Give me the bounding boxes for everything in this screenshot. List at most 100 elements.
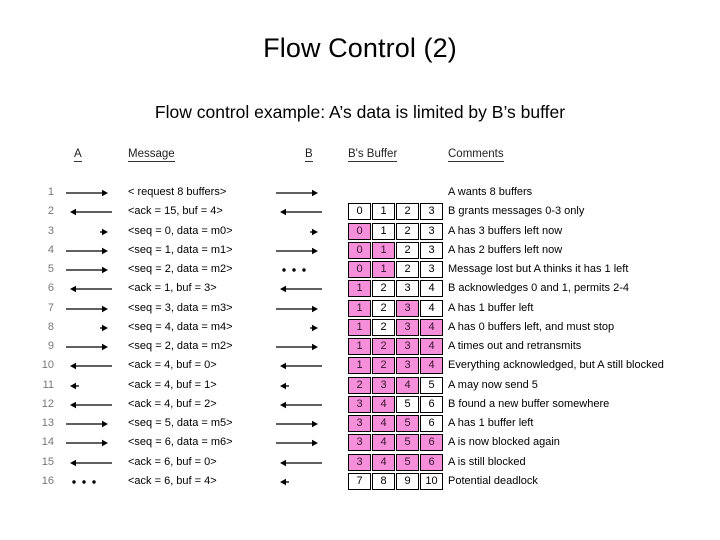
table-row: 10 <ack = 4, buf = 0> 1 2 3 4 Everything ackno… <box>0 357 720 376</box>
row-number: 11 <box>42 378 54 391</box>
buffer-cell-filled: 2 <box>372 357 395 375</box>
message-text: <ack = 6, buf = 4> <box>128 474 217 487</box>
buffer-cell-filled: 4 <box>420 357 443 375</box>
row-number: 16 <box>41 474 54 487</box>
comment-text: A is still blocked <box>448 455 526 468</box>
arrow-b-long-left <box>272 203 322 220</box>
buffer-cell-empty: 4 <box>420 299 443 317</box>
comment-text: A has 2 buffers left now <box>448 243 563 256</box>
table-row: 4 <seq = 1, data = m1> 0 1 2 3 A has 2 buffers… <box>0 241 720 261</box>
table-row: 5 <seq = 2, data = m2> 0 1 2 3 Message lost bu… <box>0 261 720 280</box>
buffer-cell-empty: 3 <box>420 261 443 278</box>
buffer-grid: 3456 <box>348 434 443 452</box>
slide-canvas: Flow Control (2) Flow control example: A… <box>0 0 720 540</box>
buffer-cell-filled: 3 <box>372 376 395 394</box>
comment-text: A has 1 buffer left <box>448 417 534 429</box>
buffer-grid: 3456 <box>348 395 443 413</box>
arrow-b-long-right <box>272 300 320 317</box>
message-text: <ack = 4, buf = 2> <box>128 397 217 410</box>
comment-text: Message lost but A thinks it has 1 left <box>448 263 629 275</box>
row-number: 8 <box>47 320 54 333</box>
buffer-cell-empty: 8 <box>372 472 395 490</box>
column-header-b-buffer: B's Buffer <box>348 148 398 162</box>
arrow-b-long-left <box>272 454 322 471</box>
arrow-b-short-right <box>272 319 320 336</box>
arrow-b-long-right <box>272 415 320 432</box>
buffer-cell-empty: 9 <box>396 472 419 490</box>
buffer-grid: 0123 <box>348 241 443 259</box>
buffer-cell-filled: 1 <box>372 241 395 259</box>
comment-text: A is now blocked again <box>448 436 560 449</box>
buffer-cell-empty: 2 <box>396 261 419 278</box>
table-row: 7 <seq = 3, data = m3> 1 2 3 4 A has 1 buffer … <box>0 299 720 319</box>
message-text: <seq = 6, data = m6> <box>128 436 233 449</box>
table-row: 6 <ack = 1, buf = 3> 1 2 3 4 B acknowledges 0 … <box>0 280 720 299</box>
slide-subtitle: Flow control example: A’s data is limite… <box>154 102 566 122</box>
buffer-cell-filled: 0 <box>348 241 371 259</box>
buffer-cell-empty: 3 <box>396 280 419 298</box>
comment-text: A has 1 buffer left <box>448 301 534 314</box>
comment-text: B acknowledges 0 and 1, permits 2-4 <box>448 282 629 295</box>
row-number: 9 <box>47 340 54 352</box>
buffer-grid: 1234 <box>348 357 443 375</box>
buffer-cell-empty: 3 <box>420 241 443 259</box>
table-row: 14 <seq = 6, data = m6> 3 4 5 6 A is now block… <box>0 434 720 453</box>
buffer-cell-empty: 3 <box>420 203 443 221</box>
arrow-a-long-left <box>62 280 116 297</box>
buffer-cell-empty: 5 <box>420 376 443 394</box>
comment-text: A may now send 5 <box>448 378 538 391</box>
buffer-grid: 2345 <box>348 376 443 394</box>
buffer-cell-filled: 5 <box>396 415 419 432</box>
buffer-cell-empty: 1 <box>372 222 395 240</box>
arrow-b-long-right <box>272 184 320 201</box>
buffer-cell-filled: 2 <box>348 376 371 394</box>
comment-text: A wants 8 buffers <box>448 186 533 198</box>
arrow-a-long-left <box>62 396 116 413</box>
buffer-cell-empty: 7 <box>348 472 371 490</box>
table-row: 15 <ack = 6, buf = 0> 3 4 5 6 A is still block… <box>0 453 720 473</box>
arrow-a-long-right <box>62 415 116 432</box>
buffer-cell-filled: 4 <box>372 415 395 432</box>
comment-text: B grants messages 0-3 only <box>448 205 585 218</box>
message-text: <ack = 4, buf = 1> <box>128 378 217 391</box>
buffer-cell-filled: 6 <box>420 453 443 471</box>
row-number: 3 <box>47 224 54 237</box>
arrow-a-short-left <box>62 377 116 394</box>
buffer-grid: 3456 <box>348 415 443 432</box>
row-number: 14 <box>41 436 54 449</box>
row-number: 15 <box>41 455 54 468</box>
arrow-b-long-left <box>272 396 322 413</box>
message-text: <seq = 1, data = m1> <box>128 243 233 256</box>
column-header-b: B <box>305 148 313 162</box>
buffer-cell-filled: 5 <box>396 453 419 471</box>
row-number: 10 <box>41 359 54 372</box>
buffer-cell-filled: 3 <box>348 453 371 471</box>
table-row: 1 < request 8 buffers> A wants 8 buffers <box>0 184 720 203</box>
buffer-cell-empty: 1 <box>372 203 395 221</box>
buffer-cell-empty: 5 <box>396 395 419 413</box>
comment-text: A times out and retransmits <box>448 340 582 352</box>
arrow-b-long-right <box>272 434 320 451</box>
table-row: 3 <seq = 0, data = m0> 0 1 2 3 A has 3 buffers… <box>0 222 720 242</box>
buffer-cell-filled: 2 <box>372 338 395 355</box>
arrow-b-short-right <box>272 223 320 240</box>
arrow-b-long-left <box>272 280 322 297</box>
message-text: <ack = 1, buf = 3> <box>128 282 217 295</box>
message-text: <ack = 4, buf = 0> <box>128 359 217 372</box>
message-text: <ack = 15, buf = 4> <box>128 205 223 218</box>
table-row: 11 <ack = 4, buf = 1> 2 3 4 5 A may now send 5 <box>0 376 720 396</box>
comment-text: B found a new buffer somewhere <box>448 397 610 410</box>
buffer-cell-empty: 6 <box>420 415 443 432</box>
table-row: 8 <seq = 4, data = m4> 1 2 3 4 A has 0 buffers… <box>0 318 720 338</box>
arrow-a-long-right <box>62 338 116 355</box>
arrow-a-long-right <box>62 261 116 278</box>
arrow-b-short-left <box>272 377 320 394</box>
arrow-a-long-right <box>62 184 116 201</box>
buffer-grid: 7 8 9 10 <box>348 472 443 490</box>
buffer-grid: 3456 <box>348 453 443 471</box>
buffer-cell-filled: 6 <box>420 434 443 452</box>
arrow-a-dots <box>62 473 116 490</box>
buffer-cell-filled: 3 <box>348 415 371 432</box>
table-row: 9 <seq = 2, data = m2> 1 2 3 4 A times out and… <box>0 338 720 357</box>
arrow-a-short-right <box>62 319 116 336</box>
